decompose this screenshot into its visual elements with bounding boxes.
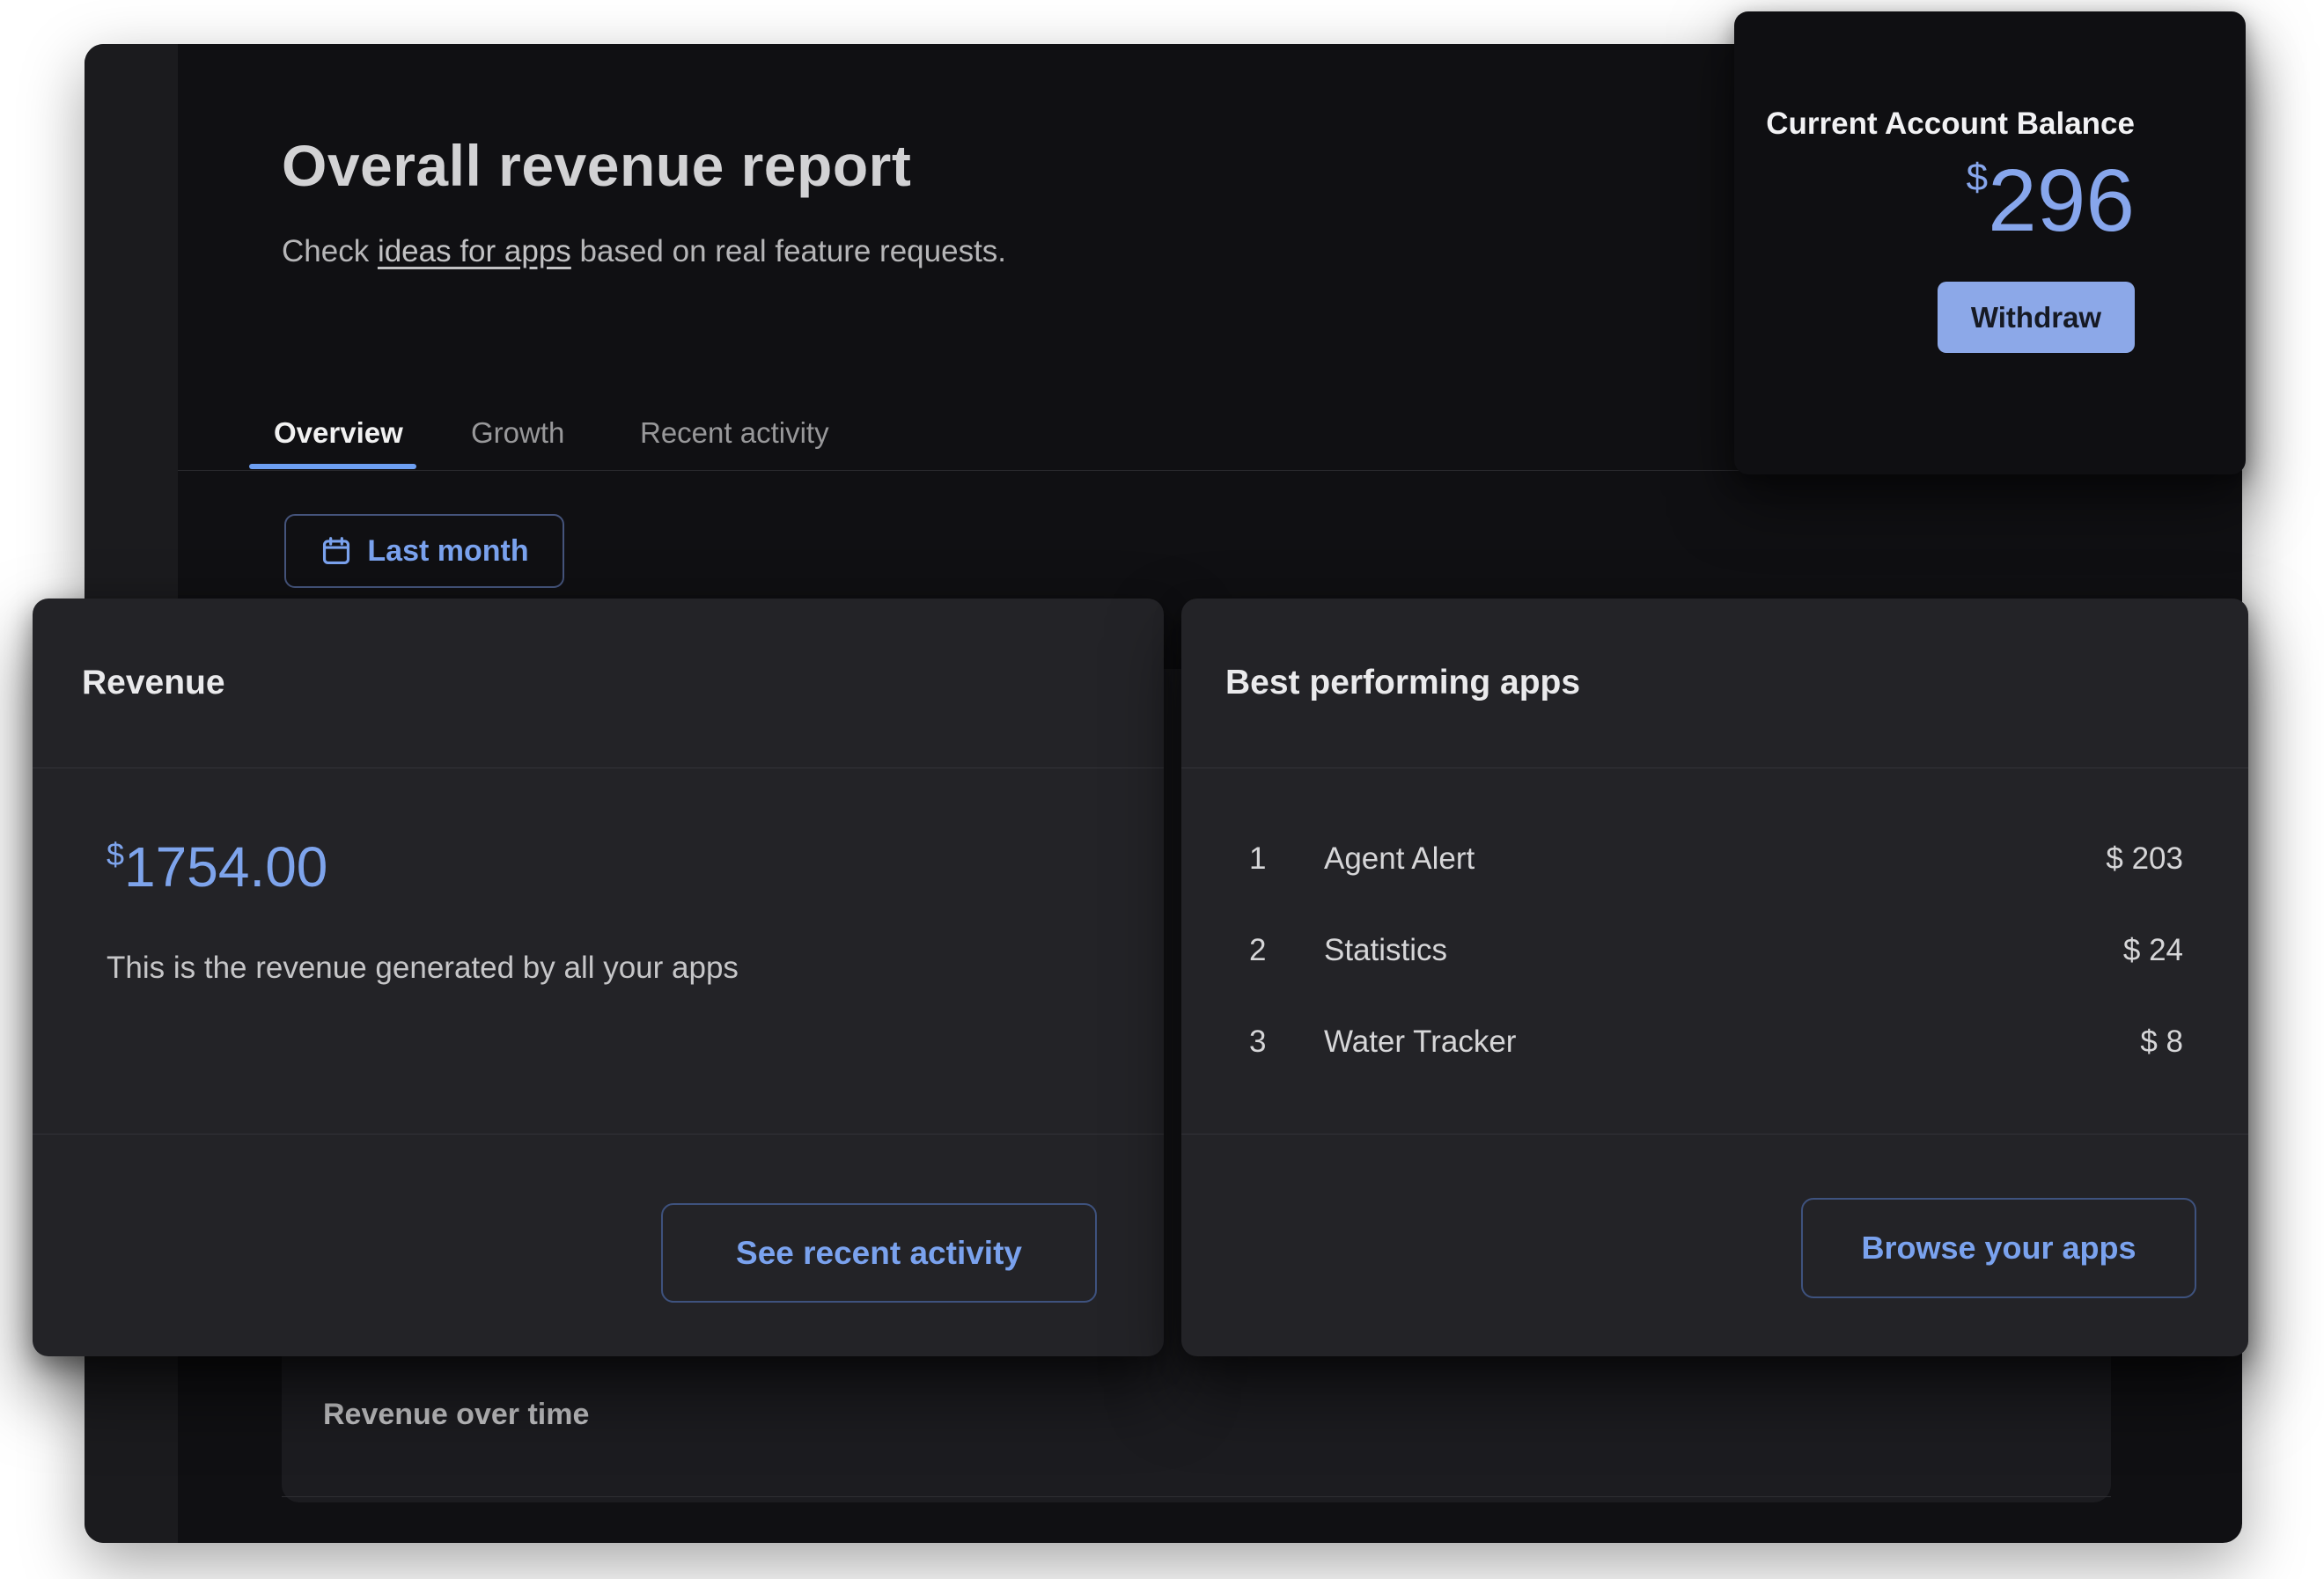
app-list-item: 3 Water Tracker $ 8 — [1181, 996, 2248, 1088]
revenue-card-title: Revenue — [82, 664, 225, 701]
best-apps-title: Best performing apps — [1225, 664, 1581, 701]
ideas-for-apps-link[interactable]: ideas for apps — [378, 234, 571, 268]
revenue-card-footer-divider — [33, 1134, 1164, 1135]
balance-amount-value: 296 — [1988, 151, 2135, 250]
currency-symbol: $ — [107, 836, 125, 872]
best-apps-list: 1 Agent Alert $ 203 2 Statistics $ 24 3 … — [1181, 813, 2248, 1088]
revenue-card-header-divider — [33, 767, 1164, 768]
page-subtitle: Check ideas for apps based on real featu… — [282, 234, 1006, 269]
app-amount: $ 24 — [2122, 933, 2183, 967]
revenue-amount-value: 1754.00 — [124, 835, 328, 899]
subtitle-text-suffix: based on real feature requests. — [570, 234, 1007, 268]
tab-growth[interactable]: Growth — [471, 416, 564, 450]
balance-amount: $296 — [1967, 151, 2135, 252]
page-background: Overall revenue report Check ideas for a… — [0, 0, 2324, 1579]
date-range-button[interactable]: Last month — [284, 514, 564, 588]
date-range-label: Last month — [367, 533, 529, 568]
app-name: Agent Alert — [1324, 841, 1475, 876]
app-name: Statistics — [1324, 933, 1448, 967]
page-title: Overall revenue report — [282, 133, 912, 198]
app-amount: $ 203 — [2106, 841, 2183, 876]
app-name: Water Tracker — [1324, 1025, 1517, 1059]
revenue-over-time-title: Revenue over time — [323, 1398, 590, 1431]
best-apps-header-divider — [1181, 767, 2248, 768]
balance-title: Current Account Balance — [1766, 106, 2135, 141]
chart-card-divider — [282, 1496, 2111, 1497]
revenue-description: This is the revenue generated by all you… — [107, 951, 739, 985]
app-list-item: 2 Statistics $ 24 — [1181, 905, 2248, 996]
app-rank: 3 — [1249, 1025, 1267, 1059]
balance-card: Current Account Balance $296 Withdraw — [1734, 11, 2246, 474]
app-list-item: 1 Agent Alert $ 203 — [1181, 813, 2248, 905]
app-amount: $ 8 — [2140, 1025, 2183, 1059]
tab-recent-activity[interactable]: Recent activity — [640, 416, 829, 450]
best-apps-card: Best performing apps 1 Agent Alert $ 203… — [1181, 599, 2248, 1356]
withdraw-button[interactable]: Withdraw — [1938, 282, 2135, 353]
app-rank: 2 — [1249, 933, 1267, 967]
currency-symbol: $ — [1966, 156, 1989, 199]
revenue-card: Revenue $1754.00 This is the revenue gen… — [33, 599, 1164, 1356]
active-tab-underline — [249, 464, 416, 469]
app-rank: 1 — [1249, 841, 1267, 876]
subtitle-text-prefix: Check — [282, 234, 378, 268]
calendar-icon — [320, 534, 353, 568]
best-apps-footer-divider — [1181, 1134, 2248, 1135]
see-recent-activity-button[interactable]: See recent activity — [661, 1203, 1097, 1303]
revenue-amount: $1754.00 — [107, 834, 327, 900]
tab-overview[interactable]: Overview — [274, 416, 403, 450]
browse-your-apps-button[interactable]: Browse your apps — [1801, 1198, 2196, 1298]
